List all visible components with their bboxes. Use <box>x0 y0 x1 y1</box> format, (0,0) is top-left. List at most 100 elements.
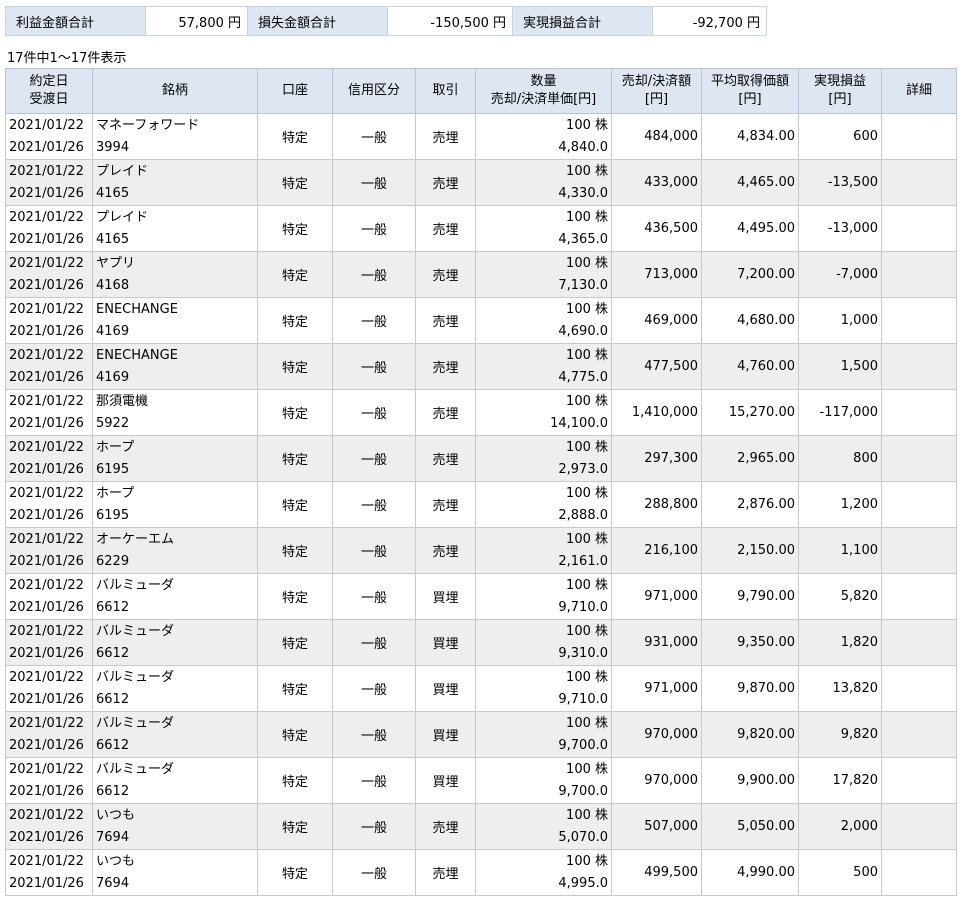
unit-price: 2,888.0 <box>558 507 608 523</box>
quantity: 100 株 <box>566 209 608 225</box>
quantity-cell: 100 株 7,130.0 <box>475 251 612 298</box>
header-average: 平均取得価額 [円] <box>701 68 799 114</box>
average-cost-cell: 4,495.00 <box>701 205 799 252</box>
header-qty: 数量 <box>530 74 557 89</box>
credit-cell: 一般 <box>332 481 416 528</box>
table-row: 2021/01/22 2021/01/26 いつも 7694 特定 一般 売埋 100 株 4,… <box>5 849 957 896</box>
header-amount: 売却/決済額 [円] <box>611 68 702 114</box>
quantity-cell: 100 株 9,710.0 <box>475 665 612 712</box>
trade-date: 2021/01/22 <box>9 439 84 455</box>
quantity: 100 株 <box>566 669 608 685</box>
name-cell: バルミューダ 6612 <box>92 619 258 666</box>
realized-pl-cell: 600 <box>798 113 882 160</box>
amount-cell: 433,000 <box>611 159 702 206</box>
average-cost-cell: 9,350.00 <box>701 619 799 666</box>
detail-cell <box>881 435 957 482</box>
dates-cell: 2021/01/22 2021/01/26 <box>5 573 93 620</box>
trade-date: 2021/01/22 <box>9 577 84 593</box>
realized-pl-cell: 13,820 <box>798 665 882 712</box>
account-cell: 特定 <box>257 481 333 528</box>
dates-cell: 2021/01/22 2021/01/26 <box>5 297 93 344</box>
stock-code: 7694 <box>96 829 130 845</box>
name-cell: プレイド 4165 <box>92 159 258 206</box>
stock-name: バルミューダ <box>96 761 175 777</box>
account-cell: 特定 <box>257 205 333 252</box>
quantity: 100 株 <box>566 301 608 317</box>
settle-date: 2021/01/26 <box>9 323 84 339</box>
average-cost-cell: 15,270.00 <box>701 389 799 436</box>
dates-cell: 2021/01/22 2021/01/26 <box>5 849 93 896</box>
name-cell: ホープ 6195 <box>92 481 258 528</box>
trade-date: 2021/01/22 <box>9 485 84 501</box>
trade-cell: 売埋 <box>415 435 476 482</box>
table-row: 2021/01/22 2021/01/26 バルミューダ 6612 特定 一般 買埋 100 … <box>5 573 957 620</box>
profit-total-value: 57,800 円 <box>145 6 248 36</box>
settle-date: 2021/01/26 <box>9 599 84 615</box>
average-cost-cell: 9,900.00 <box>701 757 799 804</box>
realized-pl-cell: 9,820 <box>798 711 882 758</box>
average-cost-cell: 4,834.00 <box>701 113 799 160</box>
realized-pl-cell: 500 <box>798 849 882 896</box>
realized-pl-cell: 2,000 <box>798 803 882 850</box>
unit-price: 7,130.0 <box>558 277 608 293</box>
stock-code: 4169 <box>96 369 130 385</box>
realized-total-value: -92,700 円 <box>652 6 767 36</box>
unit-price: 14,100.0 <box>550 415 608 431</box>
stock-code: 6612 <box>96 737 130 753</box>
stock-name: バルミューダ <box>96 669 175 685</box>
detail-cell <box>881 297 957 344</box>
header-average-unit: [円] <box>738 92 762 107</box>
quantity-cell: 100 株 9,710.0 <box>475 573 612 620</box>
header-pl-label: 実現損益 <box>813 74 866 89</box>
dates-cell: 2021/01/22 2021/01/26 <box>5 113 93 160</box>
trade-date: 2021/01/22 <box>9 669 84 685</box>
amount-cell: 477,500 <box>611 343 702 390</box>
quantity-cell: 100 株 4,690.0 <box>475 297 612 344</box>
realized-pl-cell: 17,820 <box>798 757 882 804</box>
settle-date: 2021/01/26 <box>9 277 84 293</box>
account-cell: 特定 <box>257 435 333 482</box>
realized-pl-cell: 1,000 <box>798 297 882 344</box>
account-cell: 特定 <box>257 389 333 436</box>
realized-pl-cell: 1,100 <box>798 527 882 574</box>
trade-cell: 買埋 <box>415 619 476 666</box>
dates-cell: 2021/01/22 2021/01/26 <box>5 435 93 482</box>
dates-cell: 2021/01/22 2021/01/26 <box>5 251 93 298</box>
account-cell: 特定 <box>257 251 333 298</box>
table-row: 2021/01/22 2021/01/26 バルミューダ 6612 特定 一般 買埋 100 … <box>5 757 957 804</box>
quantity-cell: 100 株 9,310.0 <box>475 619 612 666</box>
account-cell: 特定 <box>257 113 333 160</box>
dates-cell: 2021/01/22 2021/01/26 <box>5 343 93 390</box>
unit-price: 9,310.0 <box>558 645 608 661</box>
trade-cell: 売埋 <box>415 849 476 896</box>
stock-name: バルミューダ <box>96 577 175 593</box>
account-cell: 特定 <box>257 711 333 758</box>
quantity: 100 株 <box>566 163 608 179</box>
credit-cell: 一般 <box>332 619 416 666</box>
quantity-cell: 100 株 9,700.0 <box>475 757 612 804</box>
name-cell: 那須電機 5922 <box>92 389 258 436</box>
average-cost-cell: 4,760.00 <box>701 343 799 390</box>
stock-code: 6195 <box>96 507 130 523</box>
quantity-cell: 100 株 4,330.0 <box>475 159 612 206</box>
header-name: 銘柄 <box>92 68 258 114</box>
quantity: 100 株 <box>566 761 608 777</box>
trade-date: 2021/01/22 <box>9 715 84 731</box>
unit-price: 4,995.0 <box>558 875 608 891</box>
table-row: 2021/01/22 2021/01/26 マネーフォワード 3994 特定 一般 売埋 10… <box>5 113 957 160</box>
credit-cell: 一般 <box>332 803 416 850</box>
amount-cell: 216,100 <box>611 527 702 574</box>
unit-price: 4,775.0 <box>558 369 608 385</box>
table-row: 2021/01/22 2021/01/26 オーケーエム 6229 特定 一般 売埋 100 … <box>5 527 957 574</box>
table-row: 2021/01/22 2021/01/26 プレイド 4165 特定 一般 売埋 100 株4… <box>5 159 957 206</box>
account-cell: 特定 <box>257 803 333 850</box>
stock-code: 6229 <box>96 553 130 569</box>
credit-cell: 一般 <box>332 435 416 482</box>
table-row: 2021/01/22 2021/01/26 ホープ 6195 特定 一般 売埋 100 株 2,… <box>5 435 957 482</box>
name-cell: いつも 7694 <box>92 849 258 896</box>
header-amount-unit: [円] <box>644 92 669 107</box>
quantity: 100 株 <box>566 485 608 501</box>
header-unit-price: 売却/決済単価[円] <box>490 92 597 107</box>
quantity: 100 株 <box>566 807 608 823</box>
quantity: 100 株 <box>566 623 608 639</box>
